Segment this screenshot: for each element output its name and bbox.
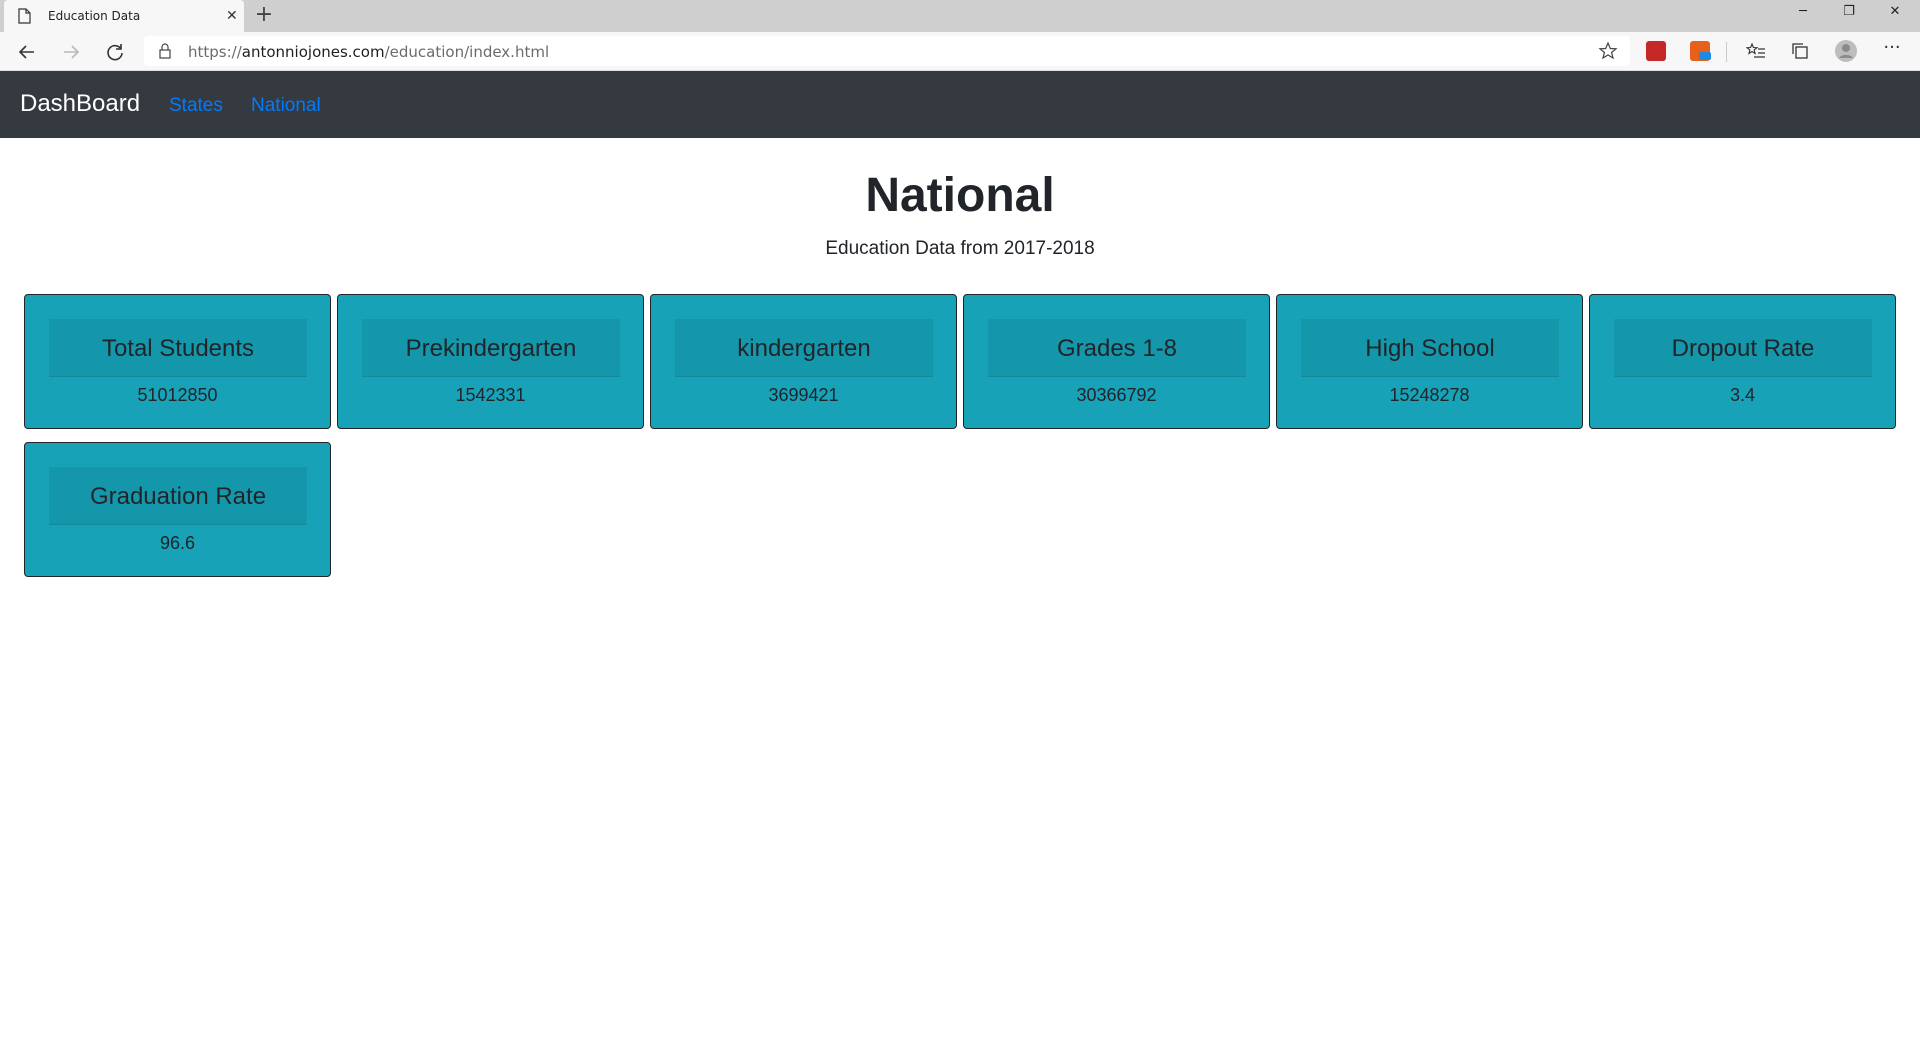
new-tab-icon[interactable]: + (252, 4, 276, 28)
extension-icon[interactable] (1646, 41, 1666, 61)
card-title: Dropout Rate (1671, 335, 1815, 362)
address-bar[interactable]: https://antonniojones.com/education/inde… (144, 36, 1630, 66)
site-navbar: DashBoard States National (0, 71, 1920, 138)
card-header: Grades 1-8 (988, 319, 1246, 377)
card-title: High School (1365, 335, 1495, 362)
stat-card-grades-1-8: Grades 1-8 30366792 (963, 294, 1270, 429)
page-icon (18, 8, 31, 24)
card-header: kindergarten (675, 319, 933, 377)
card-header: Prekindergarten (362, 319, 620, 377)
lock-icon[interactable] (158, 43, 172, 59)
back-icon[interactable] (14, 39, 40, 65)
card-title: Prekindergarten (405, 335, 577, 362)
card-value: 3699421 (768, 385, 839, 405)
card-value: 1542331 (455, 385, 526, 405)
more-menu-icon[interactable]: ··· (1882, 39, 1902, 61)
stat-card-total-students: Total Students 51012850 (24, 294, 331, 429)
stat-card-prekindergarten: Prekindergarten 1542331 (337, 294, 644, 429)
collections-icon[interactable] (1790, 41, 1810, 61)
card-value: 30366792 (1076, 385, 1157, 405)
close-tab-icon[interactable]: ✕ (226, 8, 240, 22)
restore-icon[interactable]: ❐ (1826, 0, 1872, 32)
favorites-icon[interactable] (1746, 41, 1766, 61)
tab-title: Education Data (48, 9, 141, 23)
url-text[interactable]: https://antonniojones.com/education/inde… (188, 43, 549, 61)
card-value: 96.6 (159, 533, 196, 553)
toolbar-divider (1726, 42, 1727, 62)
extension-icon[interactable] (1690, 41, 1711, 61)
card-header: High School (1301, 319, 1559, 377)
favorite-star-icon[interactable] (1598, 41, 1618, 61)
browser-toolbar: https://antonniojones.com/education/inde… (0, 32, 1920, 71)
stat-card-kindergarten: kindergarten 3699421 (650, 294, 957, 429)
navbar-brand[interactable]: DashBoard (20, 90, 140, 118)
card-title: Graduation Rate (89, 483, 267, 510)
close-window-icon[interactable]: ✕ (1872, 0, 1918, 32)
browser-tab-strip: Education Data ✕ + ─ ❐ ✕ (0, 0, 1920, 32)
url-host: antonniojones.com (241, 43, 385, 61)
page-title: National (865, 169, 1055, 222)
card-header: Total Students (49, 319, 307, 377)
url-path: /education/index.html (384, 43, 550, 61)
card-header: Dropout Rate (1614, 319, 1872, 377)
card-title: Total Students (101, 335, 255, 362)
card-value: 15248278 (1389, 385, 1470, 405)
page-subtitle: Education Data from 2017-2018 (825, 238, 1095, 259)
minimize-icon[interactable]: ─ (1780, 0, 1826, 32)
stat-card-graduation-rate: Graduation Rate 96.6 (24, 442, 331, 577)
url-scheme: https:// (188, 43, 242, 61)
card-title: Grades 1-8 (1056, 335, 1178, 362)
refresh-icon[interactable] (102, 39, 128, 65)
card-value: 3.4 (1729, 385, 1756, 405)
card-value: 51012850 (137, 385, 218, 405)
browser-tab[interactable]: Education Data ✕ (4, 0, 244, 32)
stat-card-dropout-rate: Dropout Rate 3.4 (1589, 294, 1896, 429)
profile-avatar-icon[interactable] (1834, 39, 1858, 63)
card-title: kindergarten (737, 335, 871, 362)
card-header: Graduation Rate (49, 467, 307, 525)
extension-badge (1699, 52, 1711, 60)
nav-link-states[interactable]: States (169, 95, 223, 117)
nav-link-national[interactable]: National (251, 95, 321, 117)
stat-card-high-school: High School 15248278 (1276, 294, 1583, 429)
forward-icon[interactable] (58, 39, 84, 65)
